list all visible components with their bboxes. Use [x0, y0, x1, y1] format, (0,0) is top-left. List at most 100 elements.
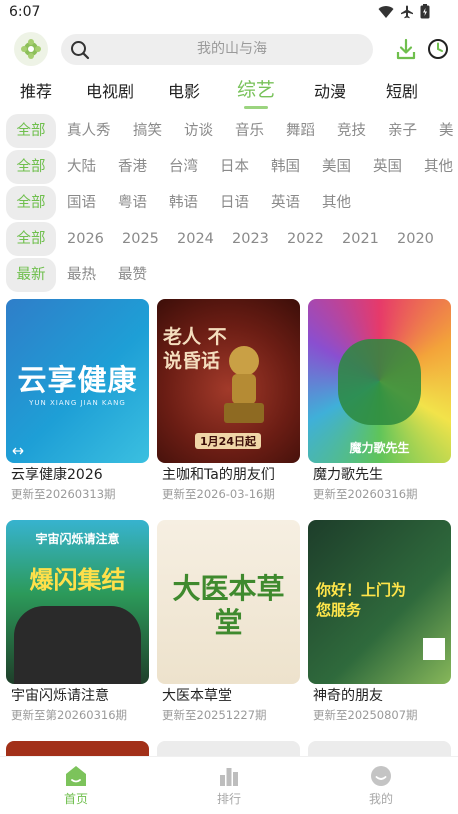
show-update-status: 更新至20260313期 — [11, 487, 116, 501]
filter-chip[interactable]: 其他 — [322, 186, 351, 220]
filter-chip[interactable]: 2023 — [232, 222, 269, 256]
nav-ranking[interactable]: 排行 — [189, 765, 269, 807]
filter-chip[interactable]: 2020 — [397, 222, 434, 256]
show-card[interactable]: 宇宙闪烁请注意 爆闪集结 宇宙闪烁请注意 更新至第20260316期 — [6, 520, 149, 722]
history-icon[interactable] — [427, 38, 449, 60]
poster-title: 大医本草堂 — [172, 572, 285, 639]
filter-chip[interactable]: 国语 — [67, 186, 96, 220]
filter-chip[interactable]: 香港 — [118, 150, 147, 184]
battery-icon — [420, 4, 430, 19]
filter-chip-all[interactable]: 全部 — [6, 114, 56, 148]
filter-chip[interactable]: 音乐 — [235, 114, 264, 148]
tab-short-drama[interactable]: 短剧 — [386, 78, 418, 102]
filter-chip[interactable]: 大陆 — [67, 150, 96, 184]
filter-chip[interactable]: 舞蹈 — [286, 114, 315, 148]
tab-variety[interactable]: 综艺 — [237, 75, 275, 102]
filter-chip[interactable]: 竞技 — [337, 114, 366, 148]
show-update-status: 更新至20260316期 — [313, 487, 418, 501]
show-update-status: 更新至2026-03-16期 — [162, 487, 275, 501]
show-card[interactable]: 魔力歌先生 魔力歌先生 更新至20260316期 — [308, 299, 451, 501]
show-card[interactable]: 大医本草堂 大医本草堂 更新至20251227期 — [157, 520, 300, 722]
filter-chip-all[interactable]: 全部 — [6, 186, 56, 220]
show-title: 大医本草堂 — [162, 688, 232, 704]
filter-chip[interactable]: 2025 — [122, 222, 159, 256]
sort-chip-latest[interactable]: 最新 — [6, 258, 56, 292]
filter-chip[interactable]: 韩国 — [271, 150, 300, 184]
expand-icon — [12, 447, 24, 455]
show-card[interactable]: 老人 不说昏话 1月24日起 主咖和Ta的朋友们 更新至2026-03-16期 — [157, 299, 300, 501]
nav-mine[interactable]: 我的 — [341, 765, 421, 807]
show-poster[interactable]: 魔力歌先生 — [308, 299, 451, 463]
home-icon — [66, 766, 86, 786]
search-placeholder: 我的山与海 — [197, 41, 267, 57]
nav-home[interactable]: 首页 — [36, 765, 116, 807]
tab-recommend[interactable]: 推荐 — [20, 78, 52, 102]
poster-title: 魔力歌先生 — [349, 441, 410, 455]
filter-chip[interactable]: 日本 — [220, 150, 249, 184]
filter-chip[interactable]: 2021 — [342, 222, 379, 256]
show-update-status: 更新至20251227期 — [162, 708, 267, 722]
filter-chip-all[interactable]: 全部 — [6, 150, 56, 184]
airplane-icon — [401, 5, 413, 18]
show-poster[interactable]: 你好！上门为您服务 — [308, 520, 451, 684]
status-icons — [378, 4, 430, 19]
wifi-icon — [378, 5, 394, 18]
filter-chip[interactable]: 搞笑 — [133, 114, 162, 148]
show-poster[interactable]: 宇宙闪烁请注意 爆闪集结 — [6, 520, 149, 684]
filter-chip[interactable]: 2022 — [287, 222, 324, 256]
sort-chip-most-liked[interactable]: 最赞 — [118, 258, 147, 292]
show-poster[interactable]: 大医本草堂 — [157, 520, 300, 684]
ranking-icon — [220, 768, 238, 786]
filter-chip[interactable]: 亲子 — [388, 114, 417, 148]
filter-chip[interactable]: 美国 — [322, 150, 351, 184]
tab-anime[interactable]: 动漫 — [314, 78, 346, 102]
header: 我的山与海 — [0, 30, 458, 70]
show-poster[interactable]: 老人 不说昏话 1月24日起 — [157, 299, 300, 463]
filter-chip[interactable]: 真人秀 — [67, 114, 111, 148]
filter-chip[interactable]: 2026 — [67, 222, 104, 256]
qr-code — [423, 638, 445, 660]
filter-row-type: 全部 真人秀 搞笑 访谈 音乐 舞蹈 竞技 亲子 美 — [0, 114, 458, 148]
app-logo[interactable] — [14, 32, 48, 66]
poster-title: 爆闪集结 — [29, 566, 126, 594]
filter-chip[interactable]: 访谈 — [184, 114, 213, 148]
filter-chip[interactable]: 台湾 — [169, 150, 198, 184]
tab-indicator — [244, 106, 268, 109]
nav-ranking-label: 排行 — [216, 792, 241, 806]
filter-chip[interactable]: 其他 — [424, 150, 453, 184]
filter-row-year: 全部 2026 2025 2024 2023 2022 2021 2020 — [0, 222, 458, 256]
filter-row-language: 全部 国语 粤语 韩语 日语 英语 其他 — [0, 186, 458, 220]
tab-movie[interactable]: 电影 — [168, 78, 200, 102]
poster-subtitle: 1月24日起 — [195, 433, 261, 449]
profile-icon — [371, 766, 391, 786]
filter-chip-all[interactable]: 全部 — [6, 222, 56, 256]
poster-title: 云享健康 — [17, 363, 138, 397]
poster-subtitle: YUN XIANG JIAN KANG — [29, 399, 126, 407]
filter-chip[interactable]: 日语 — [220, 186, 249, 220]
filter-chip[interactable]: 美 — [439, 114, 454, 148]
filter-chip[interactable]: 粤语 — [118, 186, 147, 220]
show-card[interactable]: 你好！上门为您服务 神奇的朋友 更新至20250807期 — [308, 520, 451, 722]
tab-tv-series[interactable]: 电视剧 — [86, 78, 134, 102]
sort-chip-hottest[interactable]: 最热 — [67, 258, 96, 292]
filter-row-region: 全部 大陆 香港 台湾 日本 韩国 美国 英国 其他 — [0, 150, 458, 184]
status-bar: 6:07 — [0, 0, 458, 26]
filter-chip[interactable]: 英语 — [271, 186, 300, 220]
show-update-status: 更新至20250807期 — [313, 708, 418, 722]
show-update-status: 更新至第20260316期 — [11, 708, 128, 722]
main-tabs: 推荐 电视剧 电影 综艺 动漫 短剧 — [0, 75, 458, 109]
show-title: 主咖和Ta的朋友们 — [162, 467, 275, 483]
filter-chip[interactable]: 英国 — [373, 150, 402, 184]
show-poster[interactable]: 云享健康 YUN XIANG JIAN KANG — [6, 299, 149, 463]
filter-chip[interactable]: 韩语 — [169, 186, 198, 220]
status-time: 6:07 — [9, 4, 41, 20]
search-input[interactable]: 我的山与海 — [61, 34, 373, 65]
show-title: 魔力歌先生 — [313, 467, 383, 483]
filter-chip[interactable]: 2024 — [177, 222, 214, 256]
show-card[interactable]: 云享健康 YUN XIANG JIAN KANG 云享健康2026 更新至202… — [6, 299, 149, 501]
poster-title: 你好！上门为您服务 — [316, 581, 407, 619]
nav-mine-label: 我的 — [368, 792, 393, 806]
show-title: 宇宙闪烁请注意 — [11, 688, 109, 704]
bottom-nav: 首页 排行 我的 — [0, 756, 458, 814]
download-icon[interactable] — [395, 38, 417, 60]
